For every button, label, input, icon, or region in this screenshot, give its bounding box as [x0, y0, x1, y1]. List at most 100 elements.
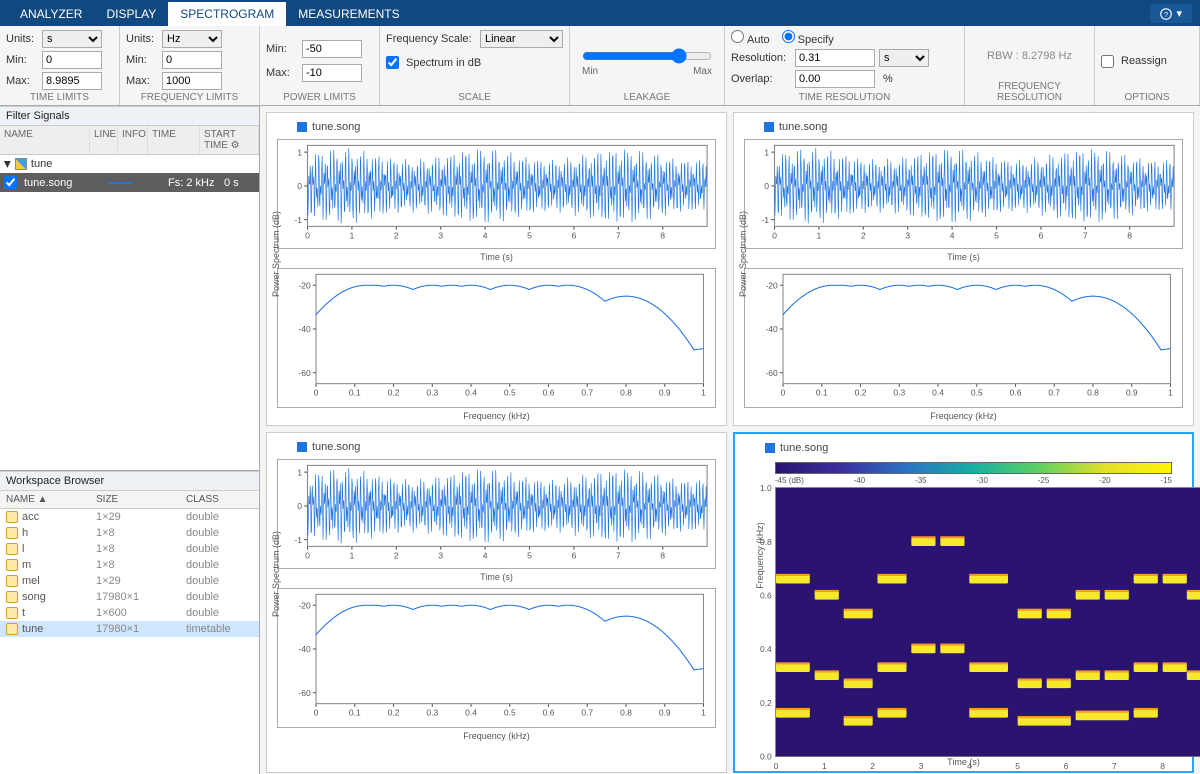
power-limits-title: POWER LIMITS	[266, 92, 373, 103]
svg-text:0.2: 0.2	[760, 698, 772, 708]
svg-text:0.1: 0.1	[349, 387, 361, 397]
signal-group-row[interactable]: ▶ tune	[0, 155, 259, 173]
power-min-input[interactable]	[302, 40, 362, 58]
ws-row[interactable]: l1×8double	[0, 541, 259, 557]
workspace-browser-panel: Workspace Browser NAME ▲ SIZE CLASS acc1…	[0, 471, 259, 774]
help-icon: ?	[1160, 8, 1172, 20]
svg-text:4: 4	[967, 761, 972, 771]
resolution-unit-select[interactable]: s	[879, 49, 929, 67]
svg-text:5: 5	[527, 550, 532, 560]
ws-var-size: 1×8	[96, 527, 186, 539]
svg-text:0.8: 0.8	[620, 707, 632, 717]
auto-radio-label[interactable]: Auto	[731, 30, 770, 46]
ws-row[interactable]: h1×8double	[0, 525, 259, 541]
plot-panel-bottom-left[interactable]: tune.song 012345678-101Time (s) Power Sp…	[266, 432, 727, 773]
legend-label: tune.song	[779, 121, 827, 133]
svg-text:0.5: 0.5	[504, 387, 516, 397]
svg-text:2: 2	[870, 761, 875, 771]
auto-radio[interactable]	[731, 30, 744, 43]
ws-var-name: mel	[22, 575, 40, 587]
svg-text:0: 0	[305, 550, 310, 560]
ws-row[interactable]: acc1×29double	[0, 509, 259, 525]
ws-col-class[interactable]: CLASS	[180, 491, 259, 508]
ws-var-size: 1×8	[96, 543, 186, 555]
ws-var-class: double	[186, 559, 253, 571]
col-line[interactable]: LINE	[90, 126, 118, 154]
toolstrip: Units:s Min: Max: TIME LIMITS Units:Hz M…	[0, 26, 1200, 106]
ws-col-size[interactable]: SIZE	[90, 491, 180, 508]
spectrogram-chart: -45 (dB)-40-35-30-25-20-15 Frequency (kH…	[745, 460, 1182, 767]
ws-var-name: song	[22, 591, 46, 603]
time-min-label: Min:	[6, 54, 38, 66]
leakage-slider[interactable]	[582, 48, 712, 64]
freq-units-select[interactable]: Hz	[162, 30, 222, 48]
plot-panel-top-right[interactable]: tune.song 012345678-101Time (s) Power Sp…	[733, 112, 1194, 426]
svg-text:0: 0	[297, 181, 302, 191]
tab-display[interactable]: DISPLAY	[94, 2, 168, 26]
svg-text:0.6: 0.6	[1010, 387, 1022, 397]
plot-panel-top-left[interactable]: tune.song 012345678-101Time (s) Power Sp…	[266, 112, 727, 426]
power-max-input[interactable]	[302, 64, 362, 82]
signal-group-name: tune	[31, 158, 52, 170]
svg-text:0: 0	[764, 181, 769, 191]
ws-row[interactable]: mel1×29double	[0, 573, 259, 589]
svg-text:0.3: 0.3	[426, 707, 438, 717]
col-time[interactable]: TIME	[148, 126, 200, 154]
ws-var-name: m	[22, 559, 31, 571]
svg-text:-20: -20	[298, 280, 311, 290]
ws-var-class: double	[186, 575, 253, 587]
legend: tune.song	[297, 121, 716, 133]
ws-row[interactable]: m 1×8double	[0, 557, 259, 573]
time-max-label: Max:	[6, 75, 38, 87]
ws-row[interactable]: song17980×1double	[0, 589, 259, 605]
ws-row[interactable]: t1×600double	[0, 605, 259, 621]
ws-var-size: 1×8	[96, 559, 186, 571]
signal-checkbox[interactable]	[4, 176, 17, 189]
svg-text:8: 8	[660, 230, 665, 240]
left-column: Filter Signals NAME LINE INFO TIME START…	[0, 106, 260, 774]
col-info[interactable]: INFO	[118, 126, 148, 154]
signal-row[interactable]: tune.song Fs: 2 kHz 0 s	[0, 173, 259, 192]
svg-text:0.3: 0.3	[893, 387, 905, 397]
specify-radio-label[interactable]: Specify	[782, 30, 834, 46]
col-start[interactable]: START TIME ⚙	[200, 126, 259, 154]
legend: tune.song	[765, 442, 1182, 454]
svg-text:0: 0	[305, 230, 310, 240]
ws-col-name[interactable]: NAME ▲	[0, 491, 90, 508]
freq-max-input[interactable]	[162, 72, 222, 90]
expand-icon[interactable]: ▶	[2, 161, 13, 168]
svg-text:0.2: 0.2	[388, 387, 400, 397]
col-name[interactable]: NAME	[0, 126, 90, 154]
tab-measurements[interactable]: MEASUREMENTS	[286, 2, 411, 26]
plot-panel-bottom-right[interactable]: tune.song -45 (dB)-40-35-30-25-20-15 Fre…	[733, 432, 1194, 773]
svg-text:-1: -1	[294, 535, 302, 545]
colorbar-ticks: -45 (dB)-40-35-30-25-20-15	[775, 476, 1172, 485]
svg-text:1: 1	[350, 550, 355, 560]
gear-icon[interactable]: ⚙	[231, 140, 240, 151]
help-button[interactable]: ? ▾	[1150, 4, 1192, 23]
signal-line-color	[108, 182, 132, 184]
overlap-input[interactable]	[795, 70, 875, 88]
spectrum-db-checkbox[interactable]	[386, 56, 399, 69]
tab-spectrogram[interactable]: SPECTROGRAM	[168, 2, 286, 26]
legend: tune.song	[764, 121, 1183, 133]
time-units-select[interactable]: s	[42, 30, 102, 48]
reassign-checkbox[interactable]	[1101, 55, 1114, 68]
ws-var-class: double	[186, 607, 253, 619]
plots-grid: tune.song 012345678-101Time (s) Power Sp…	[260, 106, 1200, 774]
signal-name: tune.song	[24, 177, 104, 189]
freq-scale-select[interactable]: Linear	[480, 30, 563, 48]
signal-group-icon	[15, 158, 27, 170]
svg-text:3: 3	[919, 761, 924, 771]
svg-text:0: 0	[297, 501, 302, 511]
time-min-input[interactable]	[42, 51, 102, 69]
resolution-input[interactable]	[795, 49, 875, 67]
ws-row[interactable]: tune17980×1timetable	[0, 621, 259, 637]
resolution-label: Resolution:	[731, 52, 791, 64]
specify-radio[interactable]	[782, 30, 795, 43]
time-max-input[interactable]	[42, 72, 102, 90]
tab-analyzer[interactable]: ANALYZER	[8, 2, 94, 26]
svg-text:0.6: 0.6	[543, 387, 555, 397]
freq-limits-title: FREQUENCY LIMITS	[126, 92, 253, 103]
freq-min-input[interactable]	[162, 51, 222, 69]
